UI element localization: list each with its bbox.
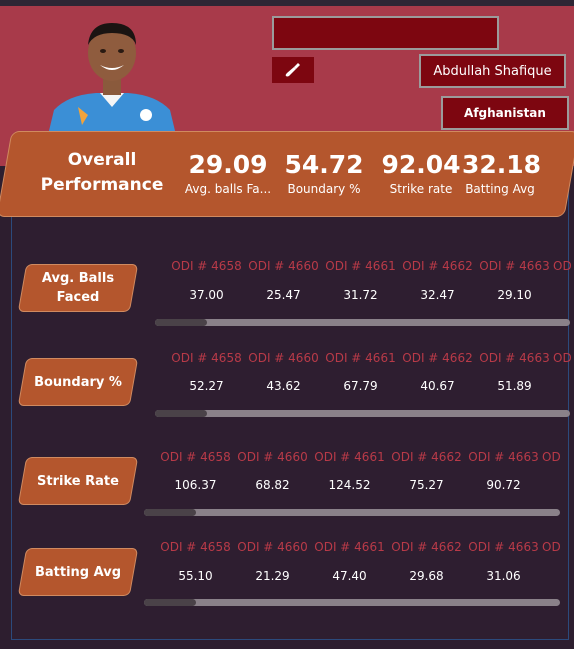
match-header-row: ODI # 4658 ODI # 4660 ODI # 4661 ODI # 4… <box>157 540 562 554</box>
match-header-row: ODI # 4658 ODI # 4660 ODI # 4661 ODI # 4… <box>168 351 573 365</box>
match-value: 67.79 <box>343 379 378 393</box>
match-value: 75.27 <box>409 478 444 492</box>
player-name-box[interactable]: Abdullah Shafique <box>419 54 566 88</box>
match-label: ODI # 4661 <box>314 450 385 464</box>
team-name-box[interactable]: Afghanistan <box>441 96 569 130</box>
section-title-batting-avg: Batting Avg <box>22 548 134 596</box>
match-label: ODI # 4663 <box>468 540 539 554</box>
bat-button[interactable] <box>272 57 314 83</box>
match-label: ODI # 4661 <box>314 540 385 554</box>
match-label: ODI # 4660 <box>237 540 308 554</box>
overall-title-line1: Overall <box>67 150 137 170</box>
match-label: ODI # 4661 <box>325 259 396 273</box>
kpi-label: Boundary % <box>287 182 361 196</box>
match-label: ODI # 4663 <box>479 351 550 365</box>
match-value: 40.67 <box>420 379 455 393</box>
match-label: ODI # 4662 <box>391 450 462 464</box>
scrollbar-thumb[interactable] <box>144 509 196 516</box>
match-value: 37.00 <box>189 288 224 302</box>
match-value: 29.68 <box>409 569 444 583</box>
match-label: ODI # 4663 <box>479 259 550 273</box>
section-title-line1: Avg. Balls <box>41 271 115 286</box>
horizontal-scrollbar[interactable] <box>144 599 560 606</box>
match-value: 68.82 <box>255 478 290 492</box>
kpi-value: 32.18 <box>462 150 542 179</box>
match-value: 55.10 <box>178 569 213 583</box>
kpi-label: Strike rate <box>389 182 453 196</box>
match-label: ODI # 4662 <box>391 540 462 554</box>
kpi-strike-rate: 92.04 Strike rate <box>379 149 463 197</box>
kpi-boundary: 54.72 Boundary % <box>280 149 368 197</box>
match-label: ODI # 4658 <box>160 450 231 464</box>
match-label: ODI # 4658 <box>160 540 231 554</box>
section-title-strike-rate: Strike Rate <box>22 457 134 505</box>
match-value: 106.37 <box>174 478 217 492</box>
section-title-line2: Faced <box>56 290 100 305</box>
overall-title: Overall Performance <box>34 148 170 198</box>
horizontal-scrollbar[interactable] <box>144 509 560 516</box>
horizontal-scrollbar[interactable] <box>155 319 570 326</box>
match-header-row: ODI # 4658 ODI # 4660 ODI # 4661 ODI # 4… <box>168 259 573 273</box>
match-label: ODI # 4660 <box>248 351 319 365</box>
scrollbar-thumb[interactable] <box>155 319 207 326</box>
match-label: ODI # 4660 <box>237 450 308 464</box>
scrollbar-thumb[interactable] <box>155 410 207 417</box>
match-value: 31.72 <box>343 288 378 302</box>
player-photo <box>48 15 176 135</box>
kpi-value: 29.09 <box>188 150 268 179</box>
match-value: 124.52 <box>328 478 371 492</box>
kpi-batting-avg: 32.18 Batting Avg <box>462 149 542 197</box>
cricket-bat-icon <box>285 63 300 77</box>
match-value: 25.47 <box>266 288 301 302</box>
match-value: 21.29 <box>255 569 290 583</box>
value-row: 55.10 21.29 47.40 29.68 31.06 <box>157 569 542 583</box>
match-label: ODI # 4658 <box>171 259 242 273</box>
match-label: ODI # 4663 <box>468 450 539 464</box>
match-label: OD <box>553 351 572 365</box>
kpi-value: 92.04 <box>381 150 461 179</box>
match-label: ODI # 4661 <box>325 351 396 365</box>
section-title-line1: Strike Rate <box>37 473 119 489</box>
kpi-label: Batting Avg <box>465 182 535 196</box>
section-title-avg-balls: Avg. Balls Faced <box>22 264 134 312</box>
match-value: 43.62 <box>266 379 301 393</box>
value-row: 52.27 43.62 67.79 40.67 51.89 <box>168 379 553 393</box>
horizontal-scrollbar[interactable] <box>155 410 570 417</box>
match-label: ODI # 4662 <box>402 351 473 365</box>
kpi-label: Avg. balls Fa... <box>184 182 272 196</box>
match-value: 52.27 <box>189 379 224 393</box>
section-title-line1: Batting Avg <box>34 564 122 580</box>
value-row: 106.37 68.82 124.52 75.27 90.72 <box>157 478 542 492</box>
section-title-line1: Boundary % <box>34 374 122 390</box>
match-label: ODI # 4662 <box>402 259 473 273</box>
match-value: 31.06 <box>486 569 521 583</box>
match-label: OD <box>553 259 572 273</box>
match-value: 47.40 <box>332 569 367 583</box>
section-title-boundary: Boundary % <box>22 358 134 406</box>
match-value: 29.10 <box>497 288 532 302</box>
match-label: OD <box>542 540 561 554</box>
scrollbar-thumb[interactable] <box>144 599 196 606</box>
match-value: 32.47 <box>420 288 455 302</box>
match-value: 90.72 <box>486 478 521 492</box>
search-input[interactable] <box>272 16 499 50</box>
match-label: ODI # 4660 <box>248 259 319 273</box>
kpi-avg-balls: 29.09 Avg. balls Fa... <box>180 149 276 197</box>
kpi-value: 54.72 <box>284 150 364 179</box>
match-label: OD <box>542 450 561 464</box>
match-header-row: ODI # 4658 ODI # 4660 ODI # 4661 ODI # 4… <box>157 450 562 464</box>
overall-title-line2: Performance <box>40 175 164 195</box>
match-value: 51.89 <box>497 379 532 393</box>
value-row: 37.00 25.47 31.72 32.47 29.10 <box>168 288 553 302</box>
match-label: ODI # 4658 <box>171 351 242 365</box>
